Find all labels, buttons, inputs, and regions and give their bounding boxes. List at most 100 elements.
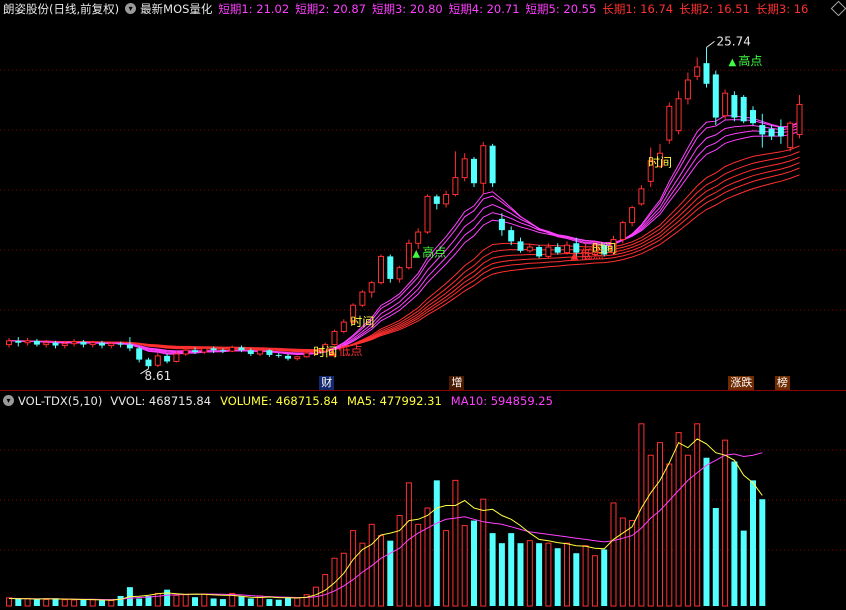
candle-body-down xyxy=(117,343,124,345)
volume-bar-down xyxy=(219,599,226,606)
candle-body-up xyxy=(89,342,96,346)
short-ma-line xyxy=(8,119,800,355)
candle-body-up xyxy=(396,267,403,280)
volume-bar-up xyxy=(461,525,468,607)
short-ma-line xyxy=(8,115,800,356)
volume-bar-up xyxy=(89,599,96,607)
volume-bar-up xyxy=(350,530,357,607)
candle-body-up xyxy=(675,98,682,132)
ma-value-labels: 短期1: 21.02 短期2: 20.87 短期3: 20.80 短期4: 20.71… xyxy=(218,0,814,18)
candle-body-down xyxy=(136,348,143,360)
ma-label: 短期5: 20.55 xyxy=(525,2,597,16)
candle-body-down xyxy=(126,344,133,349)
candle-body-down xyxy=(508,230,515,242)
volume-value-label: VOLUME: 468715.84 xyxy=(220,394,338,408)
high-point-signal-marker: ▲ xyxy=(729,57,737,68)
candle-body-up xyxy=(229,346,236,352)
candle-body-up xyxy=(619,222,626,241)
candle-body-down xyxy=(703,63,710,84)
volume-value-label: MA5: 477992.31 xyxy=(346,394,442,408)
volume-bar-down xyxy=(266,599,273,606)
volume-value-labels: VVOL: 468715.84 VOLUME: 468715.84 MA5: 477… xyxy=(110,392,562,410)
candle-body-down xyxy=(768,128,775,137)
candle-body-down xyxy=(731,95,738,118)
volume-bar-down xyxy=(285,597,291,606)
volume-bar-up xyxy=(415,523,422,607)
candle-body-up xyxy=(182,349,189,355)
low-point-signal: 低点 xyxy=(339,344,363,358)
event-tag[interactable]: 涨跌 xyxy=(728,376,755,390)
price-panel-header: 朗姿股份(日线,前复权) ▾ 最新MOS量化 短期1: 21.02 短期2: 20.87… xyxy=(0,0,814,18)
volume-value-label: VVOL: 468715.84 xyxy=(110,394,212,408)
candle-body-up xyxy=(405,242,412,269)
volume-bar-up xyxy=(591,555,598,607)
event-tag[interactable]: 增 xyxy=(449,376,465,390)
chevron-down-icon[interactable]: ▾ xyxy=(3,395,14,406)
volume-indicator-name[interactable]: VOL-TDX(5,10) xyxy=(18,392,102,410)
chart-canvas[interactable]: 25.748.61▲ 高点▲ 高点▲ 低点▲ 低点时间时间时间时间 xyxy=(0,0,846,610)
volume-bar-down xyxy=(15,598,22,606)
volume-bar-down xyxy=(601,549,608,606)
volume-bar-up xyxy=(675,432,682,607)
volume-bar-down xyxy=(740,530,747,606)
volume-bar-up xyxy=(340,552,347,607)
volume-bar-down xyxy=(731,461,738,606)
volume-bar-down xyxy=(489,533,496,606)
volume-bar-up xyxy=(108,599,115,607)
candle-body-up xyxy=(722,92,729,117)
candle-body-down xyxy=(238,347,245,351)
candle-body-up xyxy=(415,231,422,244)
min-price-label: 8.61 xyxy=(145,369,172,383)
event-tag[interactable]: 财 xyxy=(319,376,335,390)
ma-label: 长期2: 16.51 xyxy=(679,2,750,16)
candle-body-down xyxy=(80,341,87,345)
ma-label: 短期2: 20.87 xyxy=(295,2,366,16)
candle-body-down xyxy=(387,256,394,279)
time-signal: 时间 xyxy=(350,315,374,329)
candle-body-up xyxy=(368,282,375,293)
candle-body-down xyxy=(266,350,273,355)
chevron-down-icon[interactable]: ▾ xyxy=(125,3,137,14)
volume-bar-up xyxy=(610,502,617,607)
candle-body-up xyxy=(526,246,533,252)
candle-body-up xyxy=(443,193,450,205)
volume-bar-up xyxy=(722,439,729,607)
indicator-name[interactable]: 最新MOS量化 xyxy=(140,0,212,18)
ma-label: 短期1: 21.02 xyxy=(218,2,290,16)
volume-bar-up xyxy=(173,594,180,607)
volume-bar-up xyxy=(6,597,12,607)
candle-body-down xyxy=(740,96,747,122)
max-price-label: 25.74 xyxy=(717,34,751,48)
volume-bar-up xyxy=(629,520,636,607)
event-tag[interactable]: 榜 xyxy=(774,376,790,390)
volume-bar-down xyxy=(712,508,719,606)
volume-bar-down xyxy=(498,543,505,606)
volume-bar-up xyxy=(443,530,450,607)
candle-body-down xyxy=(750,110,756,124)
candle-body-up xyxy=(378,255,384,284)
stock-title: 朗姿股份(日线,前复权) xyxy=(3,2,120,16)
volume-bar-up xyxy=(71,599,78,607)
volume-bar-down xyxy=(433,480,440,606)
volume-panel-header: ▾ VOL-TDX(5,10) VVOL: 468715.84 VOLUME: 468… xyxy=(0,392,562,410)
volume-bar-down xyxy=(164,589,171,606)
candle-body-up xyxy=(461,158,468,179)
volume-bar-down xyxy=(387,540,394,606)
candle-body-up xyxy=(666,105,673,141)
candle-body-up xyxy=(71,341,78,345)
candle-body-up xyxy=(331,330,338,346)
candle-body-down xyxy=(433,196,440,204)
volume-bar-down xyxy=(136,598,143,606)
long-ma-line xyxy=(8,174,800,351)
candle-body-down xyxy=(777,126,784,137)
long-term-ma-lines xyxy=(8,145,800,353)
volume-bar-up xyxy=(480,498,487,607)
volume-bar-up xyxy=(545,542,552,607)
volume-bar-down xyxy=(210,598,217,606)
time-signal: 时间 xyxy=(648,155,672,169)
candle-body-up xyxy=(201,347,208,353)
volume-bar-up xyxy=(666,463,673,607)
volume-bars xyxy=(6,423,766,607)
candle-body-down xyxy=(471,158,477,184)
long-ma-line xyxy=(8,145,800,353)
